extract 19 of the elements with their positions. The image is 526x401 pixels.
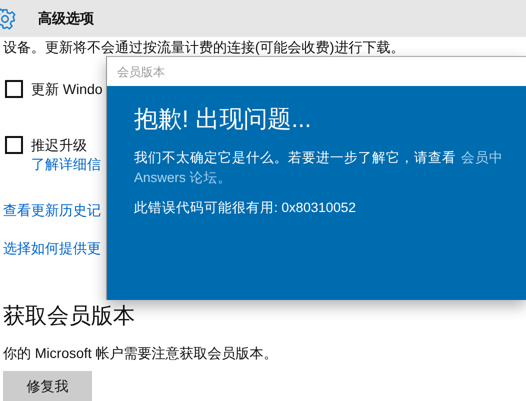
checkbox[interactable]: [5, 80, 23, 98]
forum-link[interactable]: 会员中: [461, 148, 503, 168]
checkbox[interactable]: [5, 136, 23, 154]
settings-link[interactable]: 选择如何提供更: [3, 239, 101, 257]
checkbox-label: 推迟升级: [31, 136, 88, 154]
fix-button[interactable]: 修复我: [3, 371, 92, 401]
error-message: 我们不太确定它是什么。若要进一步了解它，请查看: [134, 149, 456, 167]
forum-link[interactable]: Answers 论坛。: [134, 168, 232, 188]
dialog-title: 会员版本: [117, 64, 165, 80]
learn-more-link[interactable]: 了解详细信: [31, 154, 101, 174]
settings-icon: [0, 8, 16, 30]
error-code-text: 此错误代码可能很有用: 0x80310052: [134, 199, 357, 217]
account-text: 你的 Microsoft 帐户需要注意获取会员版本。: [3, 344, 278, 362]
checkbox-label: 更新 Windo: [31, 80, 103, 98]
description-text: 设备。更新将不会通过按流量计费的连接(可能会收费)进行下载。: [3, 38, 404, 56]
settings-link[interactable]: 查看更新历史记: [3, 201, 101, 219]
error-heading: 抱歉! 出现问题...: [134, 105, 312, 135]
section-heading: 获取会员版本: [3, 302, 135, 330]
window-title: 高级选项: [38, 9, 94, 28]
